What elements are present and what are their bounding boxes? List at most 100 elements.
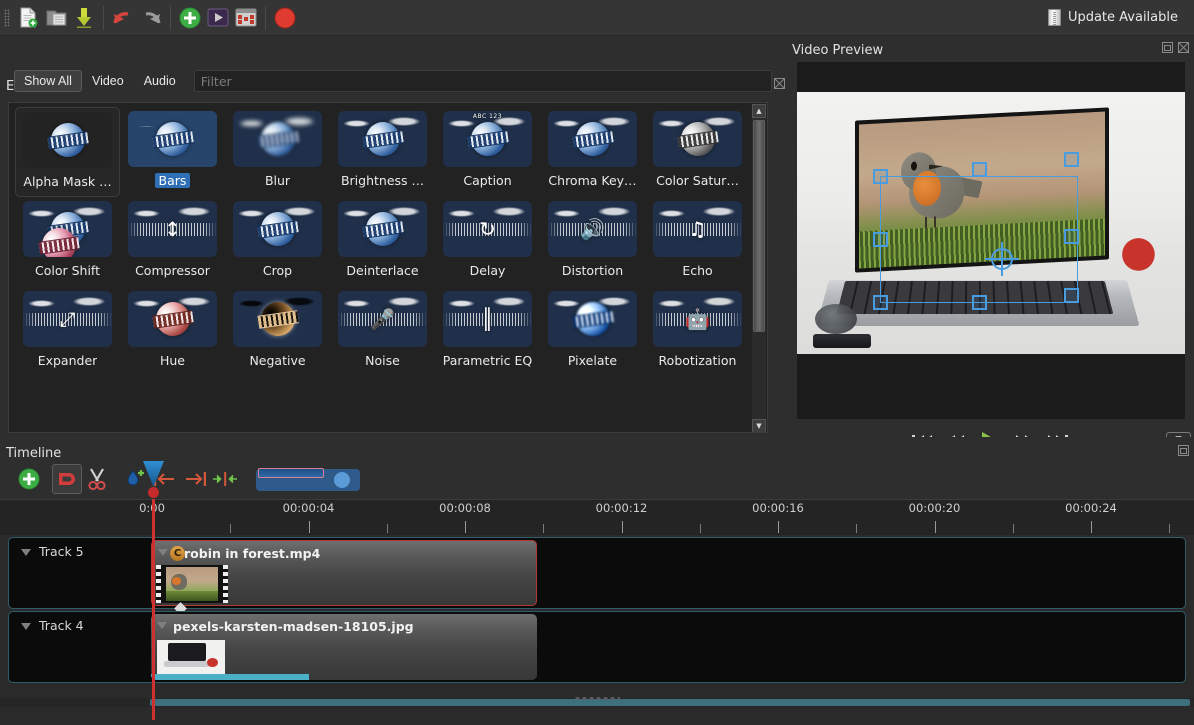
filter-show-all-button[interactable]: Show All (14, 70, 82, 92)
effect-thumbnail (548, 111, 637, 167)
bottom-splitter[interactable] (0, 692, 1194, 704)
effect-item[interactable]: Blur (225, 107, 330, 197)
clip-chevron-down-icon[interactable] (157, 622, 167, 629)
handle-bottom-center[interactable] (972, 295, 987, 310)
ruler-label: 00:00:12 (596, 501, 648, 515)
handle-middle-left[interactable] (873, 232, 888, 247)
effect-item[interactable]: ⤢Expander (15, 287, 120, 377)
add-track-button[interactable] (14, 464, 44, 494)
zoom-slider-handle[interactable] (334, 472, 350, 488)
redo-icon[interactable] (137, 3, 165, 33)
effects-panel: Effects Show All Video Audio Filter Alph… (0, 36, 785, 405)
import-files-icon[interactable] (176, 3, 204, 33)
clip-title: robin in forest.mp4 (184, 546, 320, 561)
effect-thumbnail: ↻ (443, 201, 532, 257)
effect-item[interactable]: Alpha Mask … (15, 107, 120, 197)
ruler-tick (465, 521, 466, 533)
toolbar-drag-handle[interactable] (0, 0, 14, 36)
effect-item[interactable]: ♫Echo (645, 197, 750, 287)
open-project-icon[interactable] (42, 3, 70, 33)
next-marker-button[interactable] (180, 464, 210, 494)
clip-chevron-down-icon[interactable] (158, 549, 168, 556)
add-marker-button[interactable] (120, 464, 150, 494)
new-project-icon[interactable] (14, 3, 42, 33)
clip-title: pexels-karsten-madsen-18105.jpg (173, 619, 414, 634)
effect-item[interactable]: Chroma Key… (540, 107, 645, 197)
effect-thumbnail (653, 111, 742, 167)
effect-item[interactable]: 🎤Noise (330, 287, 435, 377)
scroll-down-icon[interactable]: ▼ (752, 419, 766, 433)
timeline-clip[interactable]: pexels-karsten-madsen-18105.jpg (151, 614, 537, 680)
handle-bottom-right[interactable] (1064, 288, 1079, 303)
expander-icon: ⤢ (60, 309, 76, 329)
playhead[interactable] (152, 499, 155, 720)
effect-thumbnail: ⤢ (23, 291, 112, 347)
timeline-clip[interactable]: C robin in forest.mp4 (151, 540, 537, 606)
effect-item[interactable]: Color Shift (15, 197, 120, 287)
snapping-toggle[interactable] (52, 464, 82, 494)
effect-item[interactable]: Color Satur… (645, 107, 750, 197)
effect-item[interactable]: 🔊Distortion (540, 197, 645, 287)
video-preview-surface[interactable] (797, 62, 1185, 419)
chevron-down-icon[interactable] (21, 549, 31, 556)
clip-thumbnail (156, 565, 228, 603)
close-panel-icon[interactable] (774, 78, 785, 89)
handle-top-right[interactable] (1064, 152, 1079, 167)
track-header[interactable]: Track 4 (9, 612, 145, 682)
effect-item[interactable]: Crop (225, 197, 330, 287)
effect-item[interactable]: Negative (225, 287, 330, 377)
effect-label: Negative (249, 353, 305, 368)
effect-item[interactable]: ABC 123Caption (435, 107, 540, 197)
scrollbar-thumb[interactable] (753, 120, 765, 332)
handle-middle-right[interactable] (1064, 229, 1079, 244)
effect-item[interactable]: Bars (120, 107, 225, 197)
effect-label: Distortion (562, 263, 623, 278)
handle-top-left[interactable] (873, 169, 888, 184)
close-preview-icon[interactable] (1178, 42, 1189, 53)
timeline-window-buttons (1178, 445, 1189, 456)
scroll-up-icon[interactable]: ▲ (752, 104, 766, 118)
effect-thumbnail: ABC 123 (443, 111, 532, 167)
effect-item[interactable]: Brightness … (330, 107, 435, 197)
track-label: Track 4 (39, 618, 84, 633)
ruler-tick (778, 521, 779, 533)
preview-window-buttons (1162, 42, 1189, 53)
effect-item[interactable]: Pixelate (540, 287, 645, 377)
undo-icon[interactable] (109, 3, 137, 33)
effect-label: Crop (263, 263, 292, 278)
export-video-icon[interactable] (204, 3, 232, 33)
handle-top-center[interactable] (972, 162, 987, 177)
effect-item[interactable]: Hue (120, 287, 225, 377)
effects-filter-bar: Show All Video Audio Filter (14, 70, 772, 92)
save-project-icon[interactable] (70, 3, 98, 33)
effects-filter-input[interactable]: Filter (194, 70, 772, 92)
timeline-ruler[interactable]: 0:0000:00:0400:00:0800:00:1200:00:1600:0… (0, 499, 1194, 535)
effect-thumbnail: ↕ (128, 201, 217, 257)
timeline-zoom-slider[interactable] (256, 467, 360, 491)
chevron-down-icon[interactable] (21, 623, 31, 630)
effects-scrollbar[interactable]: ▲ ▼ (752, 104, 766, 433)
effects-grid[interactable]: Alpha Mask …BarsBlurBrightness …ABC 123C… (8, 102, 768, 433)
effect-thumbnail (233, 201, 322, 257)
filter-audio-button[interactable]: Audio (134, 70, 186, 92)
track-row[interactable]: Track 5 C robin in forest.mp4 (8, 537, 1186, 609)
transform-selection-rect[interactable] (880, 176, 1078, 303)
float-timeline-icon[interactable] (1178, 445, 1189, 456)
effect-item[interactable]: ↕Compressor (120, 197, 225, 287)
update-available-button[interactable]: Update Available (1048, 9, 1194, 26)
track-header[interactable]: Track 5 (9, 538, 145, 608)
effect-item[interactable]: ║Parametric EQ (435, 287, 540, 377)
handle-bottom-left[interactable] (873, 295, 888, 310)
float-preview-icon[interactable] (1162, 42, 1173, 53)
effect-item[interactable]: Deinterlace (330, 197, 435, 287)
desk-object-phone (813, 334, 871, 348)
transform-origin-icon[interactable] (985, 242, 1019, 276)
filter-video-button[interactable]: Video (82, 70, 134, 92)
effect-item[interactable]: 🤖Robotization (645, 287, 750, 377)
record-icon[interactable] (271, 3, 299, 33)
track-row[interactable]: Track 4 pexels-karsten-madsen-18105.jpg (8, 611, 1186, 683)
effect-item[interactable]: ↻Delay (435, 197, 540, 287)
razor-tool-button[interactable] (82, 464, 112, 494)
center-playhead-button[interactable] (210, 464, 240, 494)
fullscreen-icon[interactable] (232, 3, 260, 33)
